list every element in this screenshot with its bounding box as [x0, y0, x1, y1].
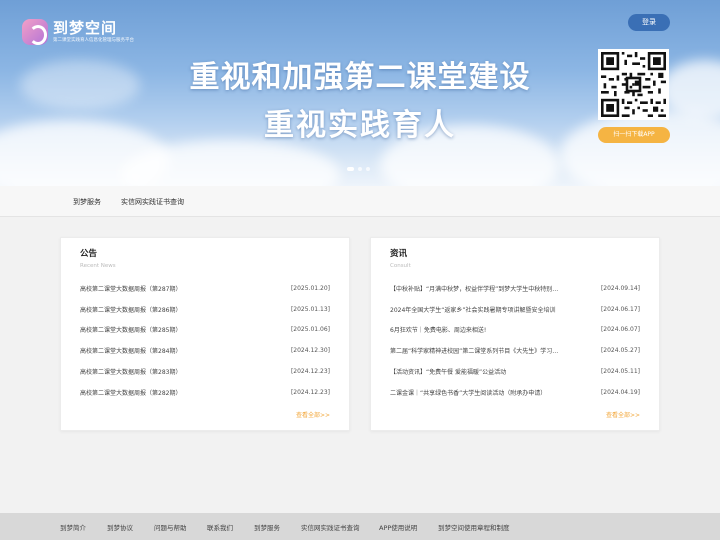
list-item[interactable]: 2024年全国大学生“返家乡”社会实践暑期专项讲解暨安全培训 [2024.06.1…	[390, 299, 640, 320]
list-item[interactable]: 【活动资讯】“免费午餐 爱能福暖”公益活动 [2024.05.11]	[390, 361, 640, 382]
list-item[interactable]: 二课金课｜“共享绿色书香”大学生阅读活动（附承办申请） [2024.04.19]	[390, 382, 640, 403]
main-nav: 到梦服务 实信网实践证书查询	[0, 186, 720, 217]
logo-title: 到梦空间	[53, 19, 118, 37]
carousel-dot[interactable]	[366, 167, 370, 171]
footer-link-help[interactable]: 问题与帮助	[154, 522, 187, 532]
list-item[interactable]: 高校第二课堂大数据周报（第283期） [2024.12.23]	[80, 361, 330, 382]
qr-code-icon	[601, 52, 666, 117]
announcements-panel: 公告 Recent News 高校第二课堂大数据周报（第287期） [2025.0…	[60, 237, 350, 431]
logo-icon	[22, 19, 48, 45]
footer-link-certificate-query[interactable]: 实信网实践证书查询	[301, 522, 360, 532]
item-title: 【中秋补贴】“月满中秋梦，权益伴学程”到梦大学生中秋特别…	[390, 285, 559, 293]
item-date: [2025.01.20]	[290, 284, 330, 292]
list-item[interactable]: 6月狂欢节｜免费电影、周边来相送! [2024.06.07]	[390, 320, 640, 341]
hero-banner: 到梦空间 第二课堂实践育人信息化管理与服务平台 登录 重视和加强第二课堂建设 重…	[0, 0, 720, 186]
item-date: [2024.06.17]	[600, 305, 640, 313]
list-item[interactable]: 高校第二课堂大数据周报（第285期） [2025.01.06]	[80, 320, 330, 341]
download-app-button[interactable]: 扫一扫下载APP	[598, 127, 670, 143]
list-item[interactable]: 第二届“科学家精神进校园”第二课堂系列节目《大先生》学习… [2024.05.27…	[390, 340, 640, 361]
carousel-dot[interactable]	[347, 167, 354, 171]
item-title: 二课金课｜“共享绿色书香”大学生阅读活动（附承办申请）	[390, 389, 547, 397]
list-item[interactable]: 高校第二课堂大数据周报（第284期） [2024.12.30]	[80, 340, 330, 361]
item-title: 高校第二课堂大数据周报（第282期）	[80, 389, 182, 397]
app-qr-code	[598, 49, 669, 120]
item-title: 高校第二课堂大数据周报（第283期）	[80, 369, 182, 377]
footer-link-service[interactable]: 到梦服务	[254, 522, 280, 532]
panel-subtitle: Recent News	[80, 263, 116, 269]
item-date: [2024.04.19]	[600, 388, 640, 396]
footer: 到梦简介 到梦协议 问题与帮助 联系我们 到梦服务 实信网实践证书查询 APP使…	[0, 513, 720, 540]
nav-item-service[interactable]: 到梦服务	[73, 197, 101, 207]
item-date: [2025.01.13]	[290, 305, 330, 313]
slogan-line-2: 重视实践育人	[264, 108, 456, 143]
item-date: [2024.05.27]	[600, 347, 640, 355]
news-panel: 资讯 Consult 【中秋补贴】“月满中秋梦，权益伴学程”到梦大学生中秋特别……	[370, 237, 660, 431]
footer-link-about[interactable]: 到梦简介	[60, 522, 86, 532]
footer-link-app-guide[interactable]: APP使用说明	[379, 522, 417, 532]
list-item[interactable]: 高校第二课堂大数据周报（第282期） [2024.12.23]	[80, 382, 330, 403]
item-date: [2024.05.11]	[600, 368, 640, 376]
list-item[interactable]: 高校第二课堂大数据周报（第287期） [2025.01.20]	[80, 278, 330, 299]
item-title: 高校第二课堂大数据周报（第287期）	[80, 285, 182, 293]
item-date: [2024.12.30]	[290, 347, 330, 355]
nav-item-certificate-query[interactable]: 实信网实践证书查询	[121, 197, 184, 207]
item-date: [2024.12.23]	[290, 368, 330, 376]
list-item[interactable]: 高校第二课堂大数据周报（第286期） [2025.01.13]	[80, 299, 330, 320]
item-date: [2025.01.06]	[290, 326, 330, 334]
footer-link-rules[interactable]: 到梦空间使用章程和制度	[438, 522, 510, 532]
item-date: [2024.06.07]	[600, 326, 640, 334]
footer-link-contact[interactable]: 联系我们	[207, 522, 233, 532]
carousel-dot[interactable]	[358, 167, 362, 171]
item-title: 6月狂欢节｜免费电影、周边来相送!	[390, 327, 487, 335]
panel-title: 公告	[80, 249, 98, 259]
item-title: 高校第二课堂大数据周报（第285期）	[80, 327, 182, 335]
panel-title: 资讯	[390, 249, 408, 259]
item-title: 第二届“科学家精神进校园”第二课堂系列节目《大先生》学习…	[390, 348, 559, 356]
cloud-decoration	[20, 60, 140, 110]
footer-link-agreement[interactable]: 到梦协议	[107, 522, 133, 532]
login-button[interactable]: 登录	[628, 14, 670, 31]
item-title: 高校第二课堂大数据周报（第284期）	[80, 348, 182, 356]
list-item[interactable]: 【中秋补贴】“月满中秋梦，权益伴学程”到梦大学生中秋特别… [2024.09.14…	[390, 278, 640, 299]
slogan-line-1: 重视和加强第二课堂建设	[189, 60, 531, 95]
logo-subtitle: 第二课堂实践育人信息化管理与服务平台	[53, 38, 134, 43]
item-title: 2024年全国大学生“返家乡”社会实践暑期专项讲解暨安全培训	[390, 306, 556, 314]
item-date: [2024.12.23]	[290, 388, 330, 396]
panel-subtitle: Consult	[390, 263, 411, 269]
item-title: 高校第二课堂大数据周报（第286期）	[80, 306, 182, 314]
view-all-link[interactable]: 查看全部>>	[296, 410, 330, 419]
item-date: [2024.09.14]	[600, 284, 640, 292]
site-logo[interactable]: 到梦空间 第二课堂实践育人信息化管理与服务平台	[22, 19, 134, 45]
carousel-indicators[interactable]	[347, 167, 370, 171]
item-title: 【活动资讯】“免费午餐 爱能福暖”公益活动	[390, 369, 507, 377]
view-all-link[interactable]: 查看全部>>	[606, 410, 640, 419]
cloud-decoration	[560, 110, 720, 186]
